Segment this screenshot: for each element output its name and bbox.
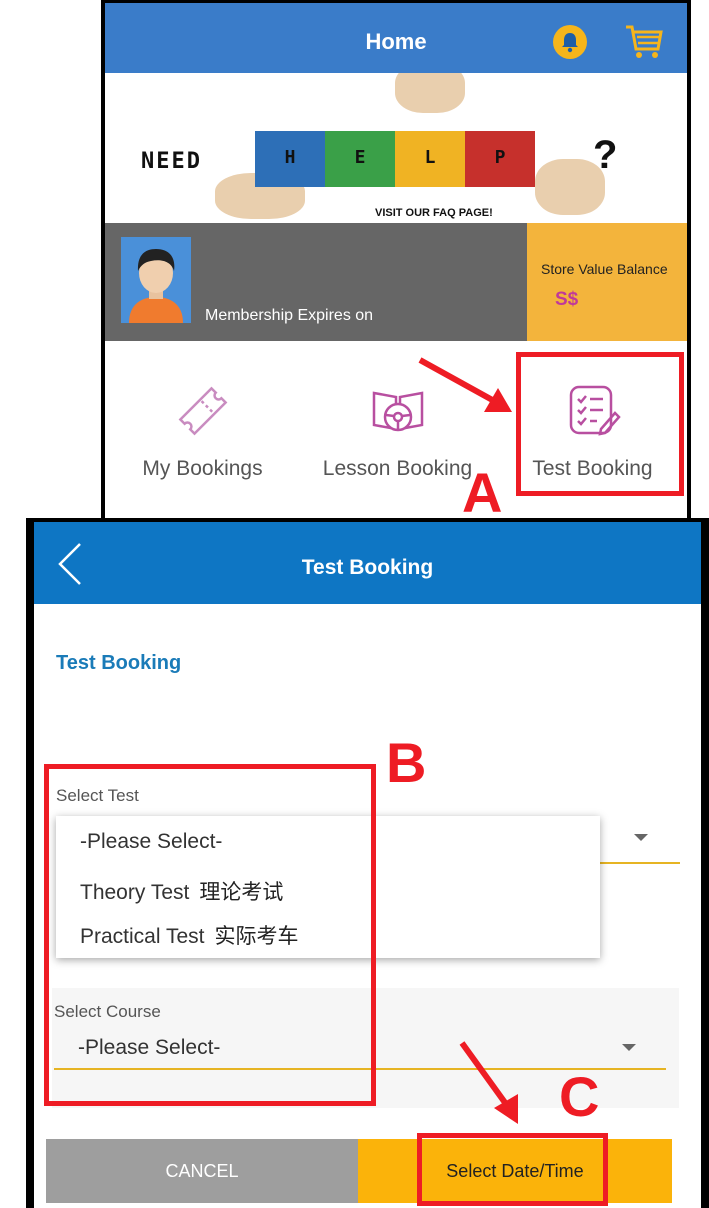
annotation-arrow-a (418, 357, 498, 405)
annotation-arrow-c (459, 1041, 509, 1106)
annotation-arrows (418, 357, 518, 1124)
annotation-arrowhead-c (494, 1094, 518, 1124)
